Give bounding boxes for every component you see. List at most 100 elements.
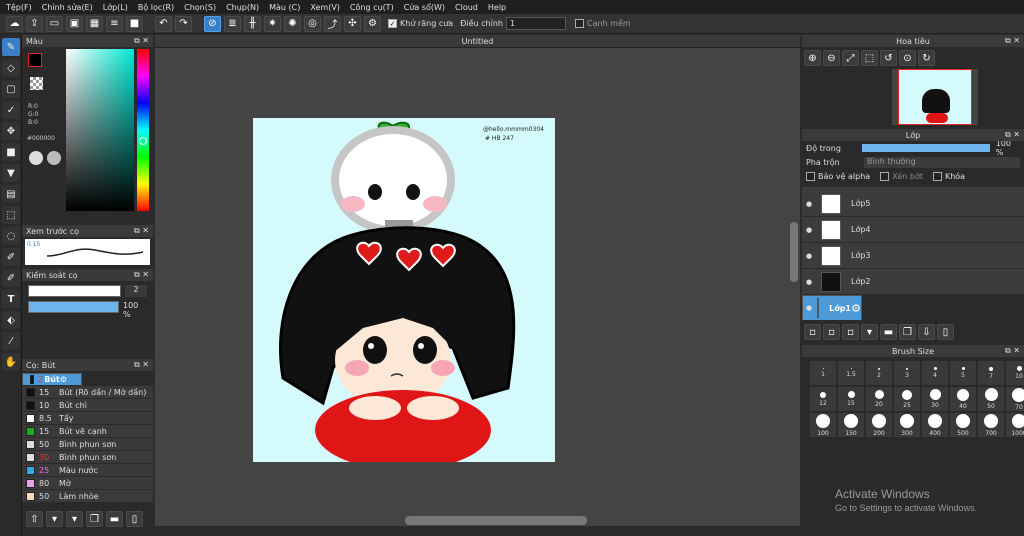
redo-icon[interactable]: ↷ bbox=[175, 15, 192, 32]
add-brush-icon[interactable]: ▾ bbox=[46, 511, 63, 527]
brush-size-option[interactable]: 300 bbox=[894, 413, 920, 437]
brush-item[interactable]: 25 Màu nước bbox=[22, 464, 153, 477]
mixer-icon[interactable] bbox=[47, 151, 61, 165]
actual-size-icon[interactable]: ⬚ bbox=[861, 50, 878, 66]
pen-select-tool-icon[interactable]: ✐ bbox=[2, 248, 20, 266]
brush-size-option[interactable]: 150 bbox=[838, 413, 864, 437]
brush-size-option[interactable]: 500 bbox=[950, 413, 976, 437]
brush-size-option[interactable]: 10 bbox=[1006, 361, 1024, 385]
layer-item[interactable]: ● Lớp1 ⚙ bbox=[802, 295, 862, 321]
brush-size-option[interactable]: 15 bbox=[838, 387, 864, 411]
soft-edge-checkbox[interactable] bbox=[574, 19, 584, 28]
brush-item[interactable]: 2 Bút ⚙ bbox=[22, 373, 82, 386]
duplicate-layer-icon[interactable]: ❐ bbox=[899, 324, 916, 340]
fill-rect-tool-icon[interactable]: ■ bbox=[2, 143, 20, 161]
visibility-icon[interactable]: ● bbox=[806, 303, 812, 314]
lasso-tool-icon[interactable]: ◌ bbox=[2, 227, 20, 245]
brush-item[interactable]: 80 Mờ bbox=[22, 477, 153, 490]
blend-select[interactable]: Bình thường bbox=[864, 156, 1020, 168]
new-layer-1bit-icon[interactable]: ▫ bbox=[842, 324, 859, 340]
brush-item[interactable]: 15 Bút vẽ cạnh bbox=[22, 425, 153, 438]
brush-size-option[interactable]: 1000 bbox=[1006, 413, 1024, 437]
menu-view[interactable]: Xem(V) bbox=[310, 3, 340, 12]
gear-icon[interactable]: ⚙ bbox=[851, 303, 861, 314]
vanishing-snap-icon[interactable]: ✷ bbox=[264, 15, 281, 32]
layer-opacity-slider[interactable] bbox=[861, 144, 990, 152]
delete-icon[interactable]: ▯ bbox=[126, 511, 143, 527]
text-tool-icon[interactable]: T bbox=[2, 290, 20, 308]
menu-color[interactable]: Màu (C) bbox=[269, 3, 300, 12]
parallel-snap-icon[interactable]: ≣ bbox=[224, 15, 241, 32]
snap-off-icon[interactable]: ⊘ bbox=[204, 15, 221, 32]
rotate-right-icon[interactable]: ↻ bbox=[918, 50, 935, 66]
brush-size-option[interactable]: 3 bbox=[894, 361, 920, 385]
clipping-checkbox[interactable] bbox=[880, 171, 890, 181]
upload-icon[interactable]: ⇧ bbox=[26, 511, 43, 527]
brush-size-option[interactable]: 40 bbox=[950, 387, 976, 411]
brush-size-option[interactable]: 25 bbox=[894, 387, 920, 411]
transparent-color[interactable] bbox=[30, 77, 43, 90]
square-icon[interactable]: ■ bbox=[126, 15, 143, 32]
brush-size-option[interactable]: 70 bbox=[1006, 387, 1024, 411]
brush-size-option[interactable]: 30 bbox=[922, 387, 948, 411]
brush-item[interactable]: 15 Bút (Rõ dần / Mờ dần) bbox=[22, 386, 153, 399]
menu-layer[interactable]: Lớp(L) bbox=[103, 3, 128, 12]
hand-tool-icon[interactable]: ✋ bbox=[2, 353, 20, 371]
brush-size-option[interactable]: 100 bbox=[810, 413, 836, 437]
layer-item[interactable]: ● Lớp4 bbox=[802, 217, 1024, 243]
brush-item[interactable]: 50 Làm nhòe bbox=[22, 490, 153, 503]
merge-down-icon[interactable]: ⇩ bbox=[918, 324, 935, 340]
brush-size-option[interactable]: 5 bbox=[950, 361, 976, 385]
reset-icon[interactable]: ⊙ bbox=[899, 50, 916, 66]
close-icon[interactable]: ⧉ ✕ bbox=[134, 226, 149, 236]
brush-size-option[interactable]: 50 bbox=[978, 387, 1004, 411]
brush-size-option[interactable]: 200 bbox=[866, 413, 892, 437]
brush-item[interactable]: 10 Bút chì bbox=[22, 399, 153, 412]
zoom-out-icon[interactable]: ⊖ bbox=[823, 50, 840, 66]
select-tool-icon[interactable]: ⬚ bbox=[2, 206, 20, 224]
visibility-icon[interactable]: ● bbox=[802, 200, 816, 208]
grid-icon[interactable]: ▦ bbox=[86, 15, 103, 32]
circle-snap-icon[interactable]: ◎ bbox=[304, 15, 321, 32]
color-picker-square[interactable] bbox=[66, 49, 134, 211]
brush-size-option[interactable]: 20 bbox=[866, 387, 892, 411]
layer-item[interactable]: ● Lớp5 bbox=[802, 191, 1024, 217]
menu-file[interactable]: Tệp(F) bbox=[6, 3, 32, 12]
brush-item[interactable]: 50 Bình phun sơn bbox=[22, 438, 153, 451]
visibility-icon[interactable]: ● bbox=[802, 252, 816, 260]
layer-item[interactable]: ● Lớp3 bbox=[802, 243, 1024, 269]
brush-size-option[interactable]: 2 bbox=[866, 361, 892, 385]
rotate-left-icon[interactable]: ↺ bbox=[880, 50, 897, 66]
gear-icon[interactable]: ⚙ bbox=[60, 374, 67, 385]
brush-tool-icon[interactable]: ✎ bbox=[2, 38, 20, 56]
new-layer-8bit-icon[interactable]: ▫ bbox=[823, 324, 840, 340]
brush-item[interactable]: 30 Bình phun sơn bbox=[22, 451, 153, 464]
eraser-tool-icon[interactable]: ◇ bbox=[2, 59, 20, 77]
comment-icon[interactable]: ▭ bbox=[46, 15, 63, 32]
size-value[interactable]: 2 bbox=[125, 285, 147, 297]
layer-item[interactable]: ● Lớp2 bbox=[802, 269, 1024, 295]
brush-size-option[interactable]: 400 bbox=[922, 413, 948, 437]
rect-select-tool-icon[interactable]: ▢ bbox=[2, 80, 20, 98]
menu-window[interactable]: Cửa sổ(W) bbox=[404, 3, 445, 12]
brush-item[interactable]: 8.5 Tẩy bbox=[22, 412, 153, 425]
curve-snap-icon[interactable]: ⤴ bbox=[324, 15, 341, 32]
palette-icon[interactable] bbox=[29, 151, 43, 165]
vertical-scrollbar[interactable] bbox=[790, 222, 798, 282]
hue-slider-handle[interactable] bbox=[139, 137, 147, 145]
visibility-icon[interactable]: ● bbox=[802, 278, 816, 286]
export-icon[interactable]: ⇪ bbox=[26, 15, 43, 32]
gradient-tool-icon[interactable]: ▤ bbox=[2, 185, 20, 203]
menu-filter[interactable]: Bộ lọc(R) bbox=[138, 3, 174, 12]
close-icon[interactable]: ⧉ ✕ bbox=[1005, 130, 1020, 140]
brush-size-option[interactable]: 700 bbox=[978, 413, 1004, 437]
correction-select[interactable]: 1 bbox=[505, 17, 566, 30]
menu-capture[interactable]: Chụp(N) bbox=[226, 3, 259, 12]
protect-alpha-checkbox[interactable] bbox=[806, 171, 815, 181]
brush-menu-icon[interactable]: ▾ bbox=[66, 511, 83, 527]
bucket-tool-icon[interactable]: ▼ bbox=[2, 164, 20, 182]
navigator-preview[interactable] bbox=[892, 69, 978, 125]
lock-checkbox[interactable] bbox=[932, 171, 942, 181]
antialias-checkbox[interactable]: ✓ bbox=[388, 19, 397, 28]
drawing-canvas[interactable]: @hello.mmmm0304 # HB 247 bbox=[253, 118, 555, 462]
